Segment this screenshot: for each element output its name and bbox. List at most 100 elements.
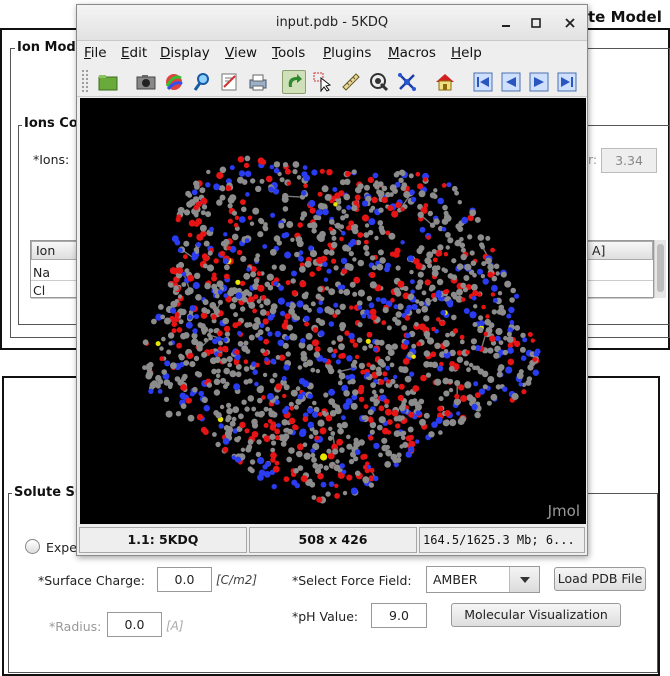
atom xyxy=(265,461,271,467)
atom xyxy=(358,322,363,327)
first-frame-icon[interactable] xyxy=(471,70,495,94)
atom xyxy=(299,430,306,437)
atom xyxy=(393,251,400,258)
maximize-icon[interactable] xyxy=(527,14,545,32)
atom xyxy=(355,195,361,201)
ions-table-scrollbar[interactable] xyxy=(654,240,666,298)
atom xyxy=(391,211,398,218)
molecule-atoms-icon[interactable] xyxy=(395,70,419,94)
atom xyxy=(452,186,458,192)
open-folder-icon[interactable] xyxy=(96,70,120,94)
atom xyxy=(194,273,200,279)
atom xyxy=(352,389,358,395)
atom xyxy=(491,292,495,296)
load-pdb-button[interactable]: Load PDB File xyxy=(554,567,646,591)
solute-radius-field[interactable]: 0.0 xyxy=(107,612,162,637)
atom xyxy=(423,361,430,368)
atom xyxy=(194,213,198,217)
atom xyxy=(219,423,224,428)
atom xyxy=(501,272,507,278)
atom xyxy=(326,449,331,454)
atom xyxy=(226,246,231,251)
atom xyxy=(395,202,401,208)
atom xyxy=(285,169,291,175)
scrollbar-thumb[interactable] xyxy=(657,244,664,292)
ions-table-header-right[interactable]: A] xyxy=(587,241,653,260)
protein-structure-render[interactable] xyxy=(80,98,586,524)
measure-ruler-icon[interactable] xyxy=(339,70,363,94)
next-frame-icon[interactable] xyxy=(527,70,551,94)
molecular-visualization-button[interactable]: Molecular Visualization xyxy=(451,603,621,627)
menu-tools[interactable]: Tools xyxy=(272,45,305,61)
atom xyxy=(346,355,352,361)
atom xyxy=(188,233,193,238)
atom xyxy=(368,435,373,440)
atom xyxy=(482,371,489,378)
chevron-down-icon[interactable] xyxy=(509,567,539,592)
toolbar-grip[interactable] xyxy=(81,69,89,93)
previous-frame-icon[interactable] xyxy=(499,70,523,94)
atom xyxy=(389,192,394,197)
script-editor-icon[interactable] xyxy=(218,70,242,94)
solute-radius-unit: [A] xyxy=(166,619,184,633)
menu-edit[interactable]: Edit xyxy=(121,45,147,61)
jmol-title-bar[interactable]: input.pdb - 5KDQ xyxy=(77,5,587,41)
atom xyxy=(318,203,325,210)
select-pointer-icon[interactable] xyxy=(311,70,335,94)
molecule-viewer[interactable]: Jmol xyxy=(80,98,586,524)
atom xyxy=(270,424,277,431)
atom xyxy=(270,165,275,170)
surface-charge-field[interactable]: 0.0 xyxy=(157,567,212,592)
atom xyxy=(409,173,414,178)
rotate-icon[interactable] xyxy=(282,70,306,94)
last-frame-icon[interactable] xyxy=(555,70,579,94)
atom xyxy=(221,358,227,364)
menu-file[interactable]: File xyxy=(84,45,107,61)
atom xyxy=(170,301,177,308)
atom xyxy=(282,394,286,398)
close-icon[interactable] xyxy=(561,14,579,32)
atom xyxy=(252,323,259,330)
atom xyxy=(403,286,408,291)
atom xyxy=(218,346,223,351)
atom xyxy=(223,438,230,445)
atom xyxy=(211,314,217,320)
atom xyxy=(398,395,404,401)
spin-icon[interactable] xyxy=(367,70,391,94)
ions-table-header-ion[interactable]: Ion xyxy=(31,241,81,260)
spectrum-icon[interactable] xyxy=(162,70,186,94)
minimize-icon[interactable] xyxy=(497,14,515,32)
atom xyxy=(259,323,264,328)
experiment-radio[interactable] xyxy=(25,539,40,554)
atom xyxy=(481,305,485,309)
menu-view[interactable]: View xyxy=(225,45,257,61)
force-field-label: *Select Force Field: xyxy=(292,573,412,588)
atom xyxy=(503,350,508,355)
menu-display[interactable]: Display xyxy=(160,45,210,61)
pick-magnifier-icon[interactable] xyxy=(190,70,214,94)
print-icon[interactable] xyxy=(246,70,270,94)
camera-icon[interactable] xyxy=(134,70,158,94)
atom xyxy=(395,423,400,428)
atom xyxy=(274,161,280,167)
atom xyxy=(286,351,291,356)
atom xyxy=(271,412,277,418)
menu-help[interactable]: Help xyxy=(451,45,482,61)
atom xyxy=(201,307,207,313)
force-field-select[interactable]: AMBER xyxy=(426,566,540,593)
menu-plugins[interactable]: Plugins xyxy=(323,45,371,61)
atom xyxy=(339,447,345,453)
atom xyxy=(384,266,390,272)
ion-radius-field[interactable]: 3.34 xyxy=(601,148,657,173)
atom xyxy=(493,298,498,303)
atom xyxy=(379,257,386,264)
ph-field[interactable]: 9.0 xyxy=(371,603,427,628)
atom xyxy=(240,199,246,205)
home-icon[interactable] xyxy=(433,70,457,94)
menu-macros[interactable]: Macros xyxy=(388,45,436,61)
atom xyxy=(388,349,395,356)
atom xyxy=(472,296,477,301)
atom xyxy=(188,315,193,320)
atom xyxy=(312,411,318,417)
atom xyxy=(306,333,313,340)
